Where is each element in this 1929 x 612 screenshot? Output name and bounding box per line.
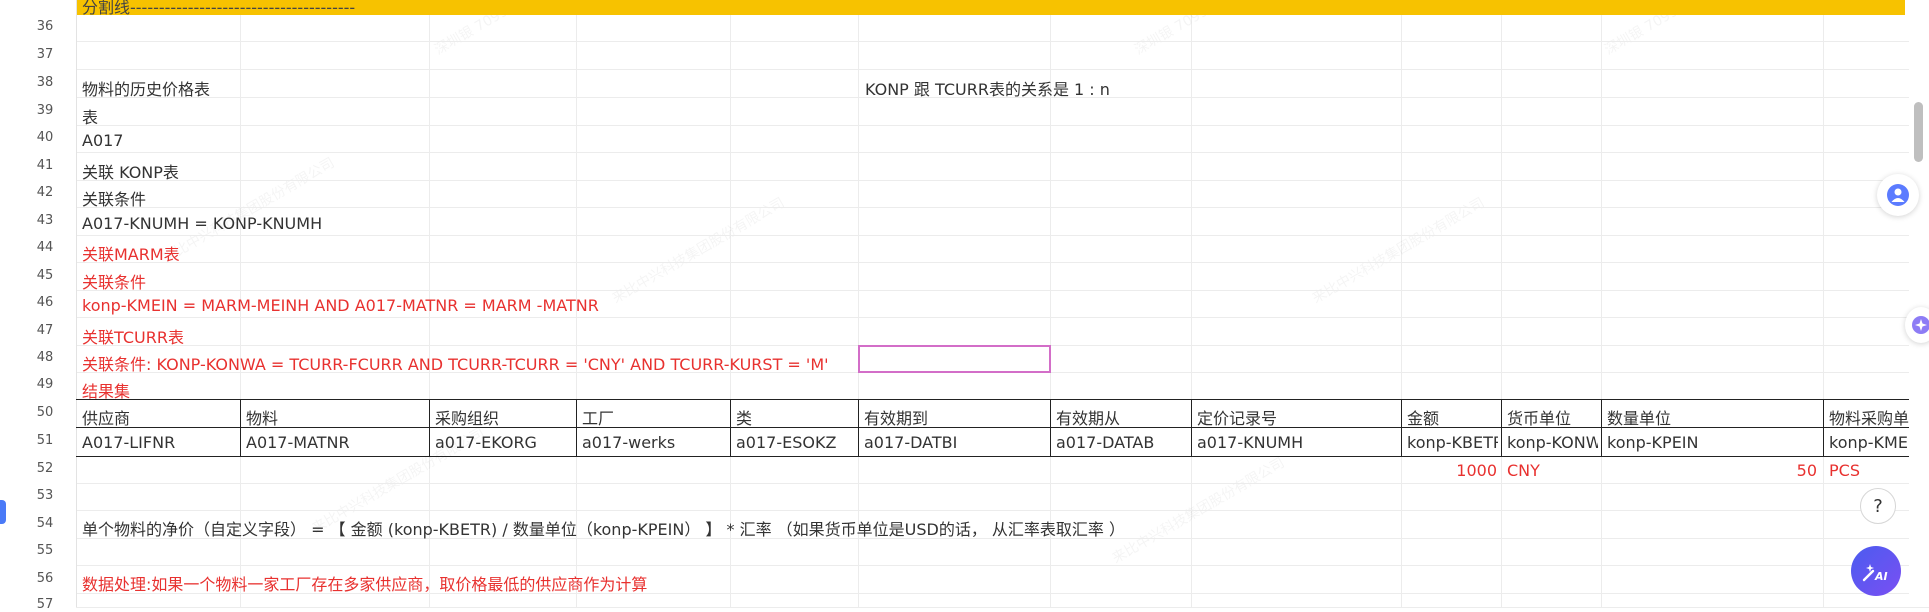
table-cell[interactable]: konp-KBETR: [1407, 433, 1498, 452]
table-header[interactable]: 工厂: [582, 405, 727, 429]
row-number[interactable]: 36: [14, 19, 76, 34]
unit-cell[interactable]: PCS: [1829, 461, 1860, 480]
selected-cell[interactable]: [858, 345, 1051, 373]
table-cell[interactable]: a017-werks: [582, 433, 727, 452]
cell-text[interactable]: 物料的历史价格表: [82, 76, 210, 100]
table-cell[interactable]: konp-KPEIN: [1607, 433, 1820, 452]
row-number[interactable]: 40: [14, 130, 76, 145]
cell-text[interactable]: konp-KMEIN = MARM-MEINH AND A017-MATNR =…: [82, 296, 599, 315]
grid-row: [76, 125, 1929, 153]
grid-row: [76, 152, 1929, 181]
table-header[interactable]: 金额: [1407, 405, 1498, 429]
grid-row: [76, 483, 1929, 511]
help-button[interactable]: ?: [1860, 488, 1896, 524]
table-cell[interactable]: A017-LIFNR: [82, 433, 237, 452]
row-number[interactable]: 37: [14, 47, 76, 62]
row-number[interactable]: 44: [14, 240, 76, 255]
table-cell[interactable]: konp-KONW: [1507, 433, 1598, 452]
cell-text[interactable]: 关联条件: [82, 269, 146, 293]
assistant-avatar-button[interactable]: [1877, 174, 1919, 216]
row-header-gutter[interactable]: 36 37 38 39 40 41 42 43 44 45 46 47 48 4…: [14, 0, 77, 612]
table-header[interactable]: 物料: [246, 405, 426, 429]
row-number[interactable]: 48: [14, 350, 76, 365]
cell-text[interactable]: A017: [82, 131, 123, 150]
sparkle-button[interactable]: [1905, 307, 1929, 343]
row-number[interactable]: 57: [14, 597, 76, 612]
row-number[interactable]: 52: [14, 461, 76, 476]
table-header[interactable]: 类: [736, 405, 855, 429]
table-header[interactable]: 物料采购单: [1829, 405, 1909, 429]
table-header[interactable]: 有效期到: [864, 405, 1047, 429]
cell-text[interactable]: 关联 KONP表: [82, 159, 179, 183]
separator-banner[interactable]: 分割线-------------------------------------…: [76, 0, 1905, 17]
table-header[interactable]: 有效期从: [1056, 405, 1188, 429]
sparkle-icon: [1912, 316, 1929, 334]
row-number[interactable]: 49: [14, 377, 76, 392]
amount-cell[interactable]: 1000: [1407, 461, 1497, 480]
table-header[interactable]: 货币单位: [1507, 405, 1598, 429]
cell-text[interactable]: 数据处理:如果一个物料一家工厂存在多家供应商，取价格最低的供应商作为计算: [82, 571, 647, 595]
cell-text[interactable]: 关联TCURR表: [82, 324, 184, 348]
side-panel-toggle[interactable]: [0, 500, 6, 524]
row-number[interactable]: 38: [14, 75, 76, 90]
cell-text[interactable]: 表: [82, 104, 98, 128]
ai-assistant-button[interactable]: AI: [1851, 546, 1901, 596]
row-number[interactable]: 54: [14, 516, 76, 531]
table-header[interactable]: 采购组织: [435, 405, 573, 429]
grid-row: [76, 317, 1929, 346]
vertical-scrollbar[interactable]: [1909, 0, 1929, 607]
row-number[interactable]: 53: [14, 488, 76, 503]
grid-row: [76, 372, 1929, 400]
row-number[interactable]: 47: [14, 323, 76, 338]
assistant-icon: [1887, 184, 1909, 206]
table-cell[interactable]: a017-ESOKZ: [736, 433, 855, 452]
row-number[interactable]: 41: [14, 158, 76, 173]
scrollbar-thumb[interactable]: [1914, 102, 1923, 162]
grid-row: [76, 538, 1929, 566]
row-number[interactable]: 55: [14, 543, 76, 558]
spreadsheet-grid[interactable]: 深圳银 7099 深圳银 7099 深圳银 7099 来比中兴科技集团股份有限公…: [0, 0, 1929, 612]
row-number[interactable]: 45: [14, 268, 76, 283]
row-number[interactable]: 56: [14, 571, 76, 586]
currency-cell[interactable]: CNY: [1507, 461, 1540, 480]
table-cell[interactable]: a017-DATBI: [864, 433, 1047, 452]
row-number[interactable]: 42: [14, 185, 76, 200]
cell-text[interactable]: 关联条件: [82, 186, 146, 210]
table-cell[interactable]: A017-MATNR: [246, 433, 426, 452]
cell-text[interactable]: 关联MARM表: [82, 241, 180, 265]
row-number[interactable]: 46: [14, 295, 76, 310]
grid-row: [76, 262, 1929, 291]
question-icon: ?: [1873, 495, 1883, 517]
row-number[interactable]: 50: [14, 405, 76, 420]
grid-row: [76, 207, 1929, 236]
ai-wand-icon: AI: [1862, 564, 1888, 583]
row-number[interactable]: 43: [14, 213, 76, 228]
quantity-cell[interactable]: 50: [1607, 461, 1817, 480]
table-cell[interactable]: a017-KNUMH: [1197, 433, 1398, 452]
table-header[interactable]: 定价记录号: [1197, 405, 1398, 429]
table-cell[interactable]: a017-EKORG: [435, 433, 573, 452]
cell-text[interactable]: 单个物料的净价（自定义字段） = 【 金额 (konp-KBETR) / 数量单…: [82, 516, 1125, 540]
grid-row: [76, 97, 1929, 126]
cell-text[interactable]: KONP 跟 TCURR表的关系是 1 : n: [865, 76, 1110, 100]
table-header[interactable]: 数量单位: [1607, 405, 1820, 429]
grid-row: [76, 593, 1929, 608]
svg-text:AI: AI: [1874, 570, 1888, 583]
table-cell[interactable]: a017-DATAB: [1056, 433, 1188, 452]
grid-row: [76, 235, 1929, 263]
grid-row: [76, 15, 1929, 42]
row-number[interactable]: 51: [14, 433, 76, 448]
table-cell[interactable]: konp-KME: [1829, 433, 1909, 452]
grid-row: [76, 180, 1929, 208]
grid-row: [76, 41, 1929, 70]
row-number[interactable]: 39: [14, 103, 76, 118]
cell-text[interactable]: A017-KNUMH = KONP-KNUMH: [82, 214, 322, 233]
cell-text[interactable]: 关联条件: KONP-KONWA = TCURR-FCURR AND TCURR…: [82, 351, 829, 375]
table-header[interactable]: 供应商: [82, 405, 237, 429]
